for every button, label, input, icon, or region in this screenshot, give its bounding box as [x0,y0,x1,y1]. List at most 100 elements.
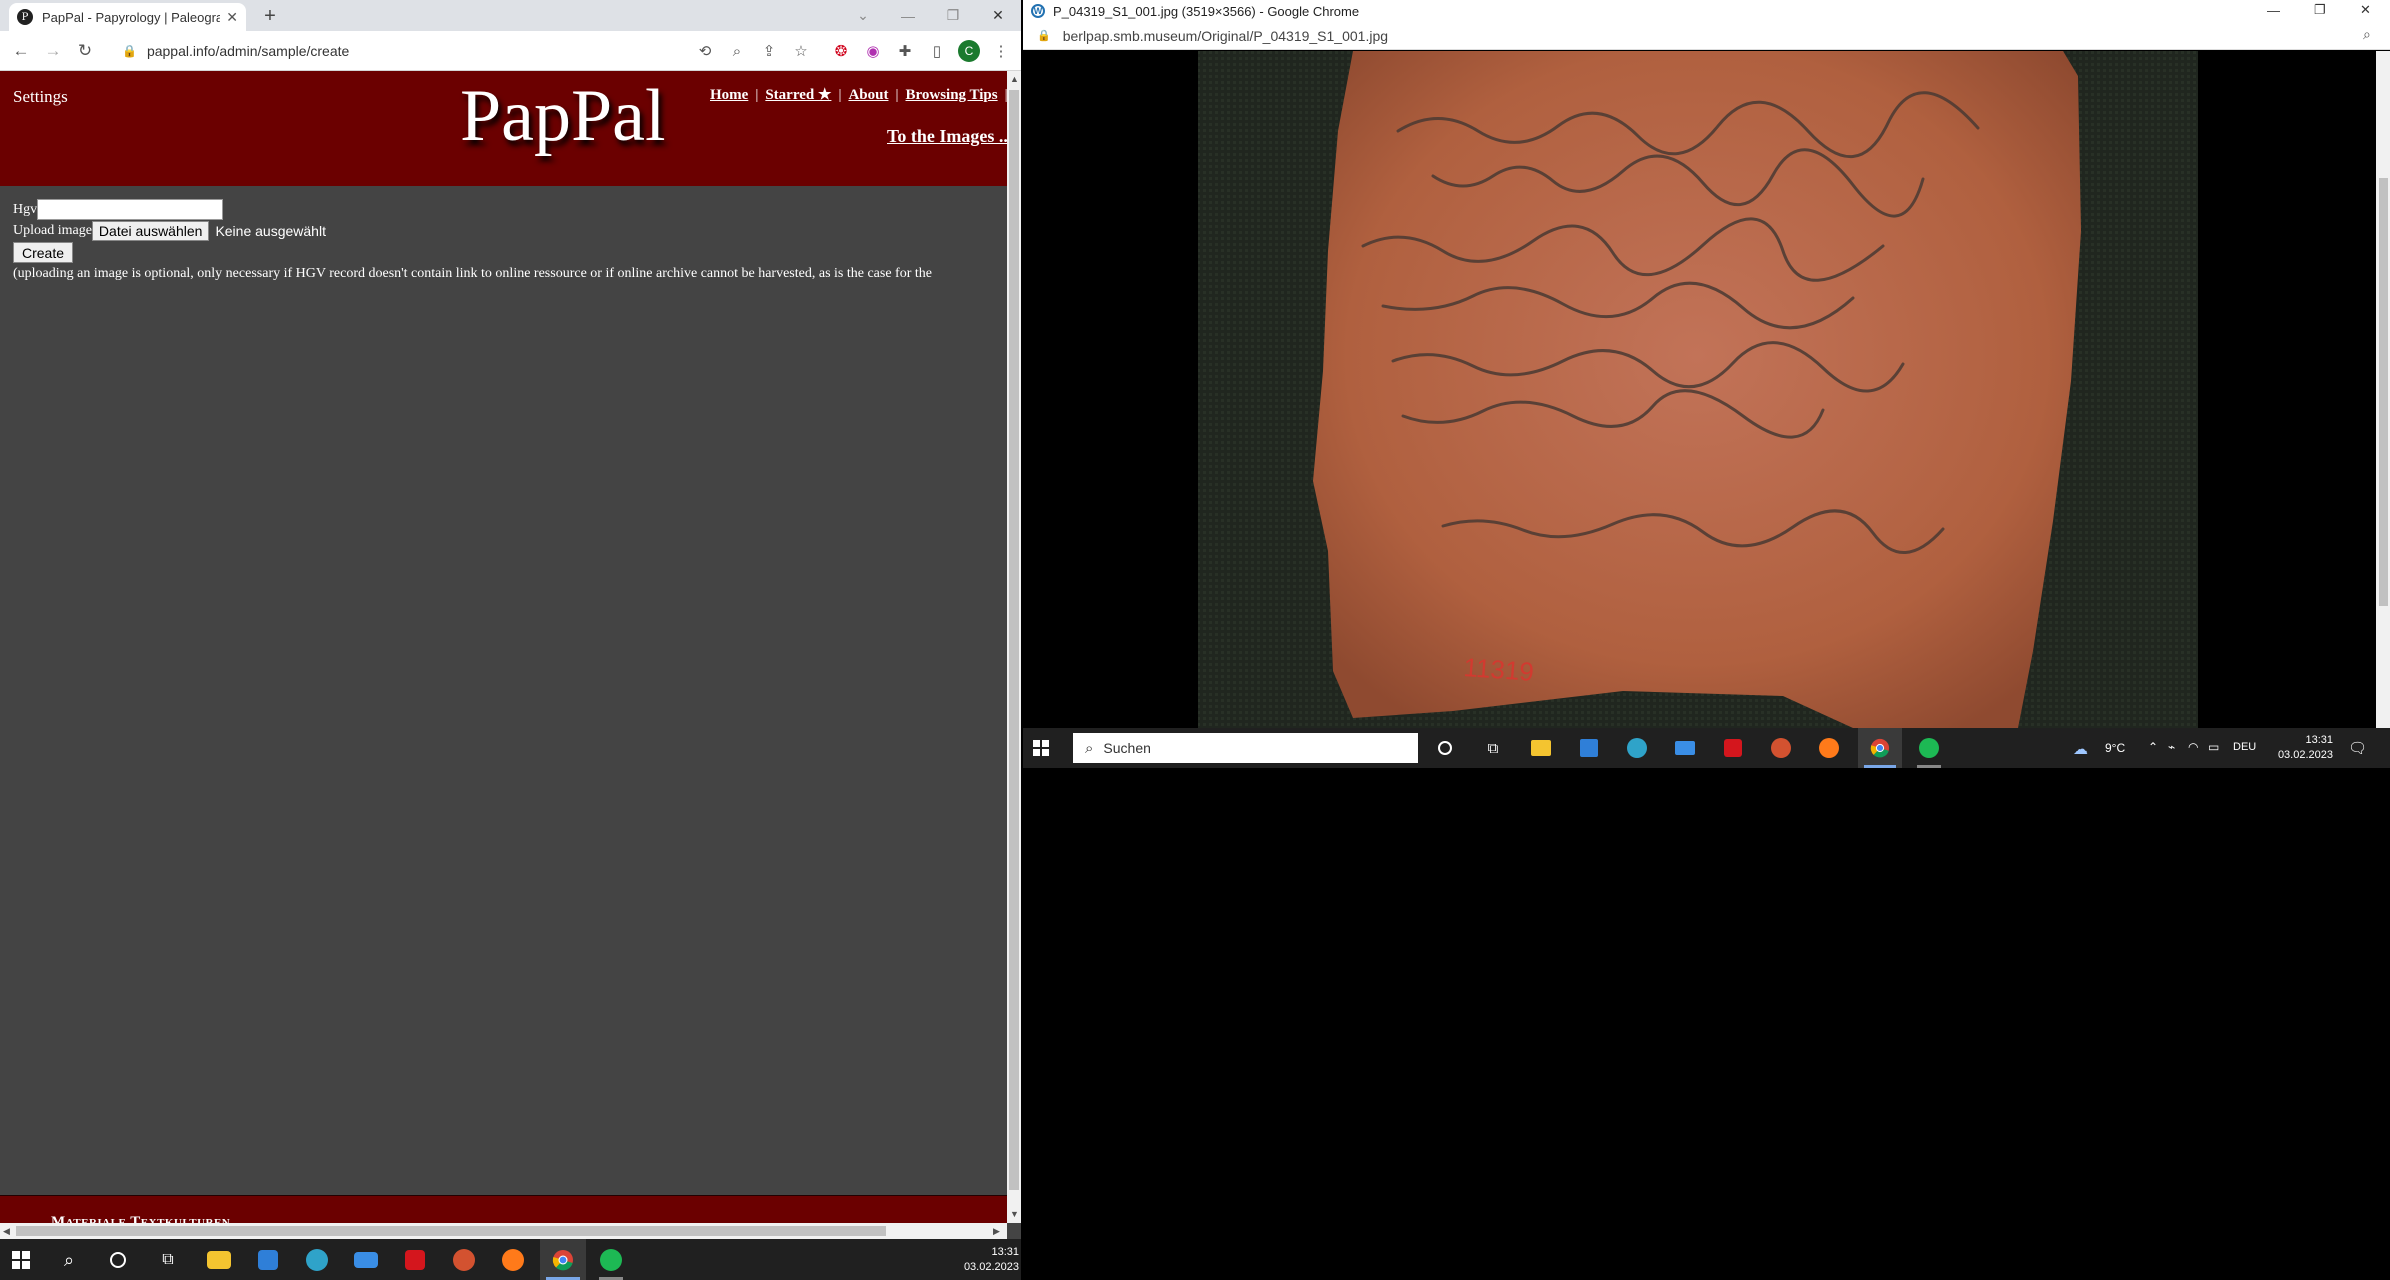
right-close-icon[interactable]: ✕ [2360,2,2371,18]
right-taskbar-time[interactable]: 13:31 [2263,733,2333,748]
tab-strip: P PapPal - Papyrology | Paleography ✕ + … [0,0,1021,31]
taskbar-time[interactable]: 13:31 [945,1245,1019,1260]
new-tab-icon[interactable]: + [258,4,282,28]
nav-browsing-tips[interactable]: Browsing Tips [905,87,997,103]
nav-starred[interactable]: Starred ★ [765,87,831,103]
task-view-icon[interactable]: ⧉ [155,1247,181,1273]
footer-brand[interactable]: Materiale Textkulturen [51,1214,230,1223]
right-lock-icon: 🔒 [1037,30,1051,42]
browser-toolbar: ← → ↻ 🔒 pappal.info/admin/sample/create … [0,31,1021,71]
right-task-view-icon[interactable]: ⧉ [1481,736,1505,760]
weather-cloud-icon[interactable]: ☁ [2073,740,2088,758]
file-explorer-icon[interactable] [204,1247,234,1273]
right-edge-icon[interactable] [1625,736,1649,760]
nav-home[interactable]: Home [710,87,748,103]
right-spotify-icon[interactable] [1907,728,1951,768]
tray-network-icon[interactable]: ⌁ [2168,740,2175,754]
create-button[interactable]: Create [13,242,74,263]
tab-pappal[interactable]: P PapPal - Papyrology | Paleography ✕ [9,3,246,31]
minimize-icon[interactable]: — [885,0,931,31]
firefox-icon[interactable] [498,1247,528,1273]
right-mail-icon[interactable] [1673,736,1697,760]
zoom-icon[interactable]: ⌕ [725,39,749,63]
right-restore-icon[interactable]: ❐ [2314,2,2326,18]
cortana-icon[interactable] [105,1247,131,1273]
tray-chevron-icon[interactable]: ⌃ [2148,740,2158,754]
close-tab-icon[interactable]: ✕ [226,9,238,26]
scroll-up-icon[interactable]: ▲ [1010,74,1019,84]
reload-icon[interactable]: ↻ [73,39,97,63]
lock-icon: 🔒 [122,44,137,58]
windows-start-icon[interactable] [8,1247,34,1273]
right-minimize-icon[interactable]: — [2267,3,2280,18]
extensions-puzzle-icon[interactable]: ✚ [893,39,917,63]
address-bar[interactable]: 🔒 pappal.info/admin/sample/create [110,37,730,65]
side-panel-icon[interactable]: ▯ [925,39,949,63]
site-logo[interactable]: PapPal [460,74,666,159]
settings-link[interactable]: Settings [13,87,68,107]
taskbar-search-box[interactable]: ⌕ Suchen [1073,733,1418,763]
page-content: Settings PapPal Home | Starred ★ | About | Bro… [0,71,1007,1223]
right-browser-window: W P_04319_S1_001.jpg (3519×3566) - Googl… [1023,0,2390,768]
extension-purple-icon[interactable]: ◉ [861,39,885,63]
right-store-icon[interactable] [1577,736,1601,760]
restore-icon[interactable]: ❐ [930,0,976,31]
right-explorer-icon[interactable] [1529,736,1553,760]
language-indicator[interactable]: DEU [2233,741,2256,753]
right-start-icon[interactable] [1029,736,1053,760]
scroll-left-icon[interactable]: ◀ [3,1226,10,1237]
store-icon[interactable] [253,1247,283,1273]
note-row: (uploading an image is optional, only ne… [13,263,1007,284]
notifications-icon[interactable]: 🗨 [2348,739,2367,757]
profile-avatar[interactable]: C [958,40,980,62]
right-address-bar[interactable]: 🔒 berlpap.smb.museum/Original/P_04319_S1… [1023,22,2390,50]
tab-title: PapPal - Papyrology | Paleography [42,9,221,25]
right-powerpoint-icon[interactable] [1769,736,1793,760]
upload-row: Upload image Datei auswählen Keine ausge… [13,220,1007,241]
right-taskbar: ⌕ Suchen ⧉ ☁ 9°C ⌃ ⌁ ◠ ▭ DEU 13:31 03.02… [1023,728,2390,768]
powerpoint-icon[interactable] [449,1247,479,1273]
edge-icon[interactable] [302,1247,332,1273]
right-zoom-icon[interactable]: ⌕ [2363,26,2371,43]
horizontal-scroll-thumb[interactable] [16,1226,886,1236]
create-sample-form: Hgv Upload image Datei auswählen Keine a… [13,199,1007,284]
bookmark-star-icon[interactable]: ☆ [789,39,813,63]
create-row: Create [13,242,1007,263]
spotify-icon[interactable] [589,1239,633,1280]
mail-icon[interactable] [351,1247,381,1273]
windows-taskbar: ⌕ ⧉ 13:31 03.02.2023 [0,1239,1021,1280]
forward-icon[interactable]: → [41,39,65,63]
taskbar-search-icon: ⌕ [1085,739,1094,757]
close-window-icon[interactable]: ✕ [975,0,1021,31]
scroll-right-icon[interactable]: ▶ [993,1226,1000,1237]
to-the-images-link[interactable]: To the Images ... [887,126,1007,147]
scroll-down-icon[interactable]: ▼ [1010,1209,1019,1219]
right-cortana-icon[interactable] [1433,736,1457,760]
menu-kebab-icon[interactable]: ⋮ [989,39,1013,63]
right-firefox-icon[interactable] [1817,736,1841,760]
hgv-input[interactable] [37,199,224,220]
tab-search-icon[interactable]: ⌄ [840,0,886,31]
back-icon[interactable]: ← [9,39,33,63]
right-scroll-thumb[interactable] [2379,178,2388,606]
acrobat-icon[interactable] [400,1247,430,1273]
hgv-label: Hgv [13,201,38,217]
share-icon[interactable]: ⇪ [757,39,781,63]
chrome-icon[interactable] [540,1239,586,1280]
right-chrome-icon[interactable] [1858,728,1902,768]
search-icon[interactable]: ⌕ [56,1247,82,1273]
desktop: P PapPal - Papyrology | Paleography ✕ + … [0,0,2390,1280]
choose-file-button[interactable]: Datei auswählen [91,220,210,241]
right-acrobat-icon[interactable] [1721,736,1745,760]
tray-wifi-icon[interactable]: ◠ [2188,740,2198,754]
tray-battery-icon[interactable]: ▭ [2208,740,2219,754]
weather-temp[interactable]: 9°C [2105,741,2125,755]
right-taskbar-date[interactable]: 03.02.2023 [2263,748,2333,763]
nav-about[interactable]: About [848,87,888,103]
right-window-titlebar: W P_04319_S1_001.jpg (3519×3566) - Googl… [1023,0,2390,22]
vertical-scroll-thumb[interactable] [1009,90,1019,1190]
extension-red-icon[interactable]: ❂ [829,39,853,63]
left-browser-window: P PapPal - Papyrology | Paleography ✕ + … [0,0,1021,1239]
translate-icon[interactable]: ⟲ [693,39,717,63]
taskbar-date[interactable]: 03.02.2023 [945,1260,1019,1275]
